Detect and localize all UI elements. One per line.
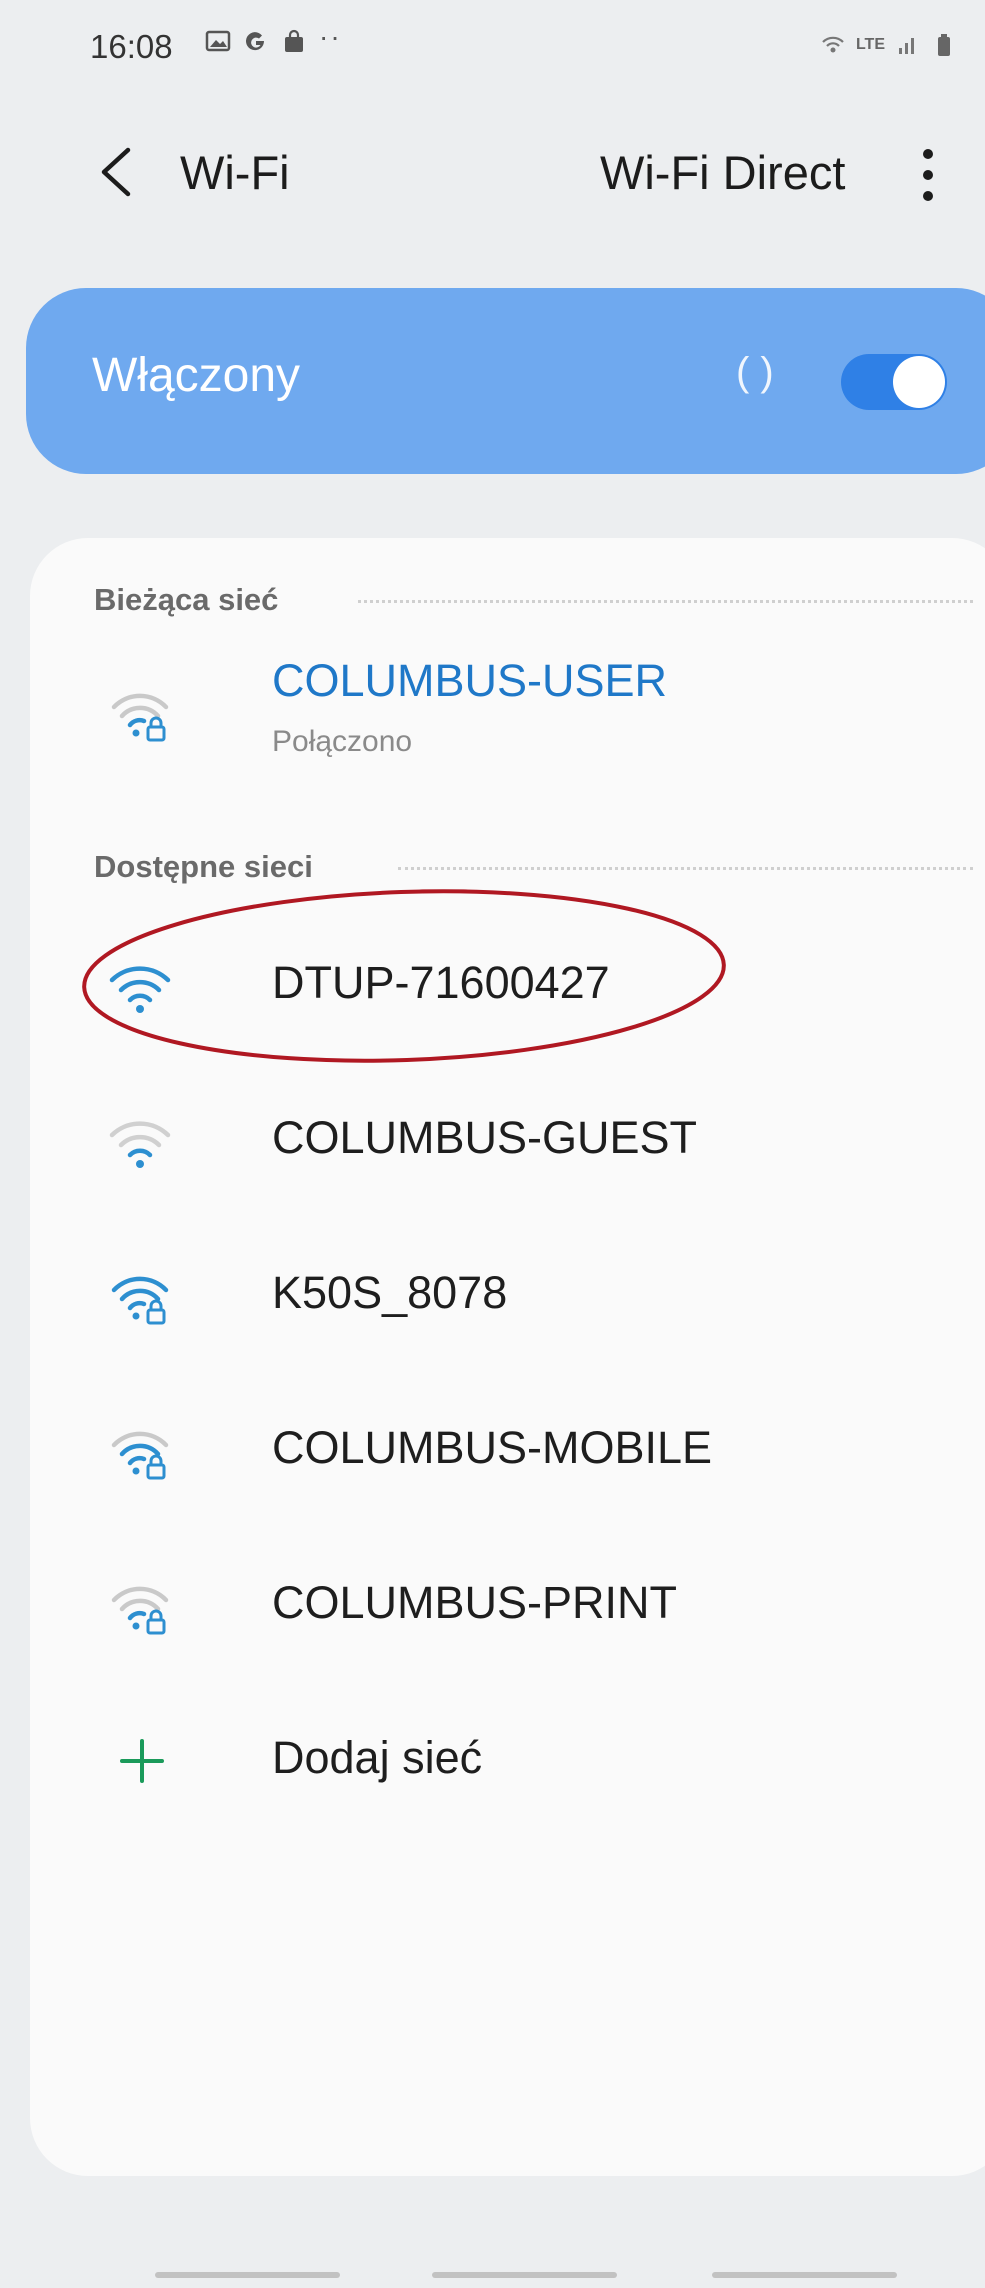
back-arrow-icon[interactable] — [92, 142, 142, 202]
network-name: K50S_8078 — [272, 1267, 508, 1318]
wifi-lock-icon — [111, 1586, 169, 1635]
nav-hint-left[interactable] — [155, 2272, 340, 2278]
current-network-row[interactable]: COLUMBUS-USER Połączono — [30, 643, 980, 793]
wifi-lock-icon — [111, 1276, 169, 1325]
wifi-master-switch-bar[interactable]: Włączony ( ) — [26, 288, 985, 474]
status-icons-left: ·· — [205, 21, 342, 54]
plus-icon — [120, 1739, 164, 1783]
wifi-enabled-label: Włączony — [92, 349, 301, 402]
section-divider — [398, 867, 973, 870]
nav-hint-right[interactable] — [712, 2272, 897, 2278]
network-row-columbus-print[interactable]: COLUMBUS-PRINT — [30, 1533, 980, 1683]
network-name: COLUMBUS-PRINT — [272, 1577, 678, 1628]
wifi-direct-button[interactable]: Wi-Fi Direct — [600, 145, 845, 200]
status-icons-right: LTE — [820, 32, 957, 58]
network-row-columbus-guest[interactable]: COLUMBUS-GUEST — [30, 1068, 980, 1218]
gallery-icon — [205, 30, 231, 52]
page-title: Wi-Fi — [180, 146, 290, 199]
networks-card: Bieżąca sieć COLUMBUS-USER Połączono Dos… — [30, 538, 985, 2176]
wifi-weak-icon — [109, 1121, 171, 1168]
wifi-calling-icon — [822, 36, 844, 53]
app-bar: Wi-Fi Wi-Fi Direct — [0, 120, 985, 230]
wifi-icon — [109, 966, 171, 1013]
more-notifications-dots: ·· — [319, 21, 342, 52]
network-row-k50s-8078[interactable]: K50S_8078 — [30, 1223, 980, 1373]
lte-icon: LTE — [855, 36, 885, 53]
battery-icon — [938, 34, 950, 56]
available-networks-section-label: Dostępne sieci — [94, 849, 313, 884]
network-row-dtup-71600427[interactable]: DTUP-71600427 — [30, 913, 980, 1063]
add-network-row[interactable]: Dodaj sieć — [30, 1688, 980, 1838]
google-icon — [246, 32, 265, 51]
wifi-settings-screen: 16:08 ·· LTE Wi-Fi Wi-Fi Direct Włączony… — [0, 0, 985, 2288]
current-network-status: Połączono — [272, 725, 413, 758]
wifi-lock-icon — [111, 1431, 169, 1480]
network-name: DTUP-71600427 — [272, 957, 610, 1008]
shopping-bag-icon — [285, 29, 303, 52]
nav-hint-center[interactable] — [432, 2272, 617, 2278]
network-name: COLUMBUS-GUEST — [272, 1112, 698, 1163]
signal-icon — [899, 38, 914, 54]
more-options-icon[interactable] — [908, 140, 948, 210]
scanning-progress-icon: ( ) — [736, 350, 774, 394]
wifi-lock-icon — [111, 693, 169, 742]
network-row-columbus-mobile[interactable]: COLUMBUS-MOBILE — [30, 1378, 980, 1528]
network-name: COLUMBUS-MOBILE — [272, 1422, 713, 1473]
status-bar: 16:08 ·· LTE — [0, 0, 985, 100]
status-time: 16:08 — [90, 28, 173, 65]
current-network-name: COLUMBUS-USER — [272, 655, 668, 706]
section-divider — [358, 600, 973, 603]
wifi-toggle[interactable] — [841, 354, 947, 410]
add-network-label: Dodaj sieć — [272, 1732, 483, 1783]
current-network-section-label: Bieżąca sieć — [94, 582, 279, 617]
wifi-toggle-knob — [893, 356, 945, 408]
